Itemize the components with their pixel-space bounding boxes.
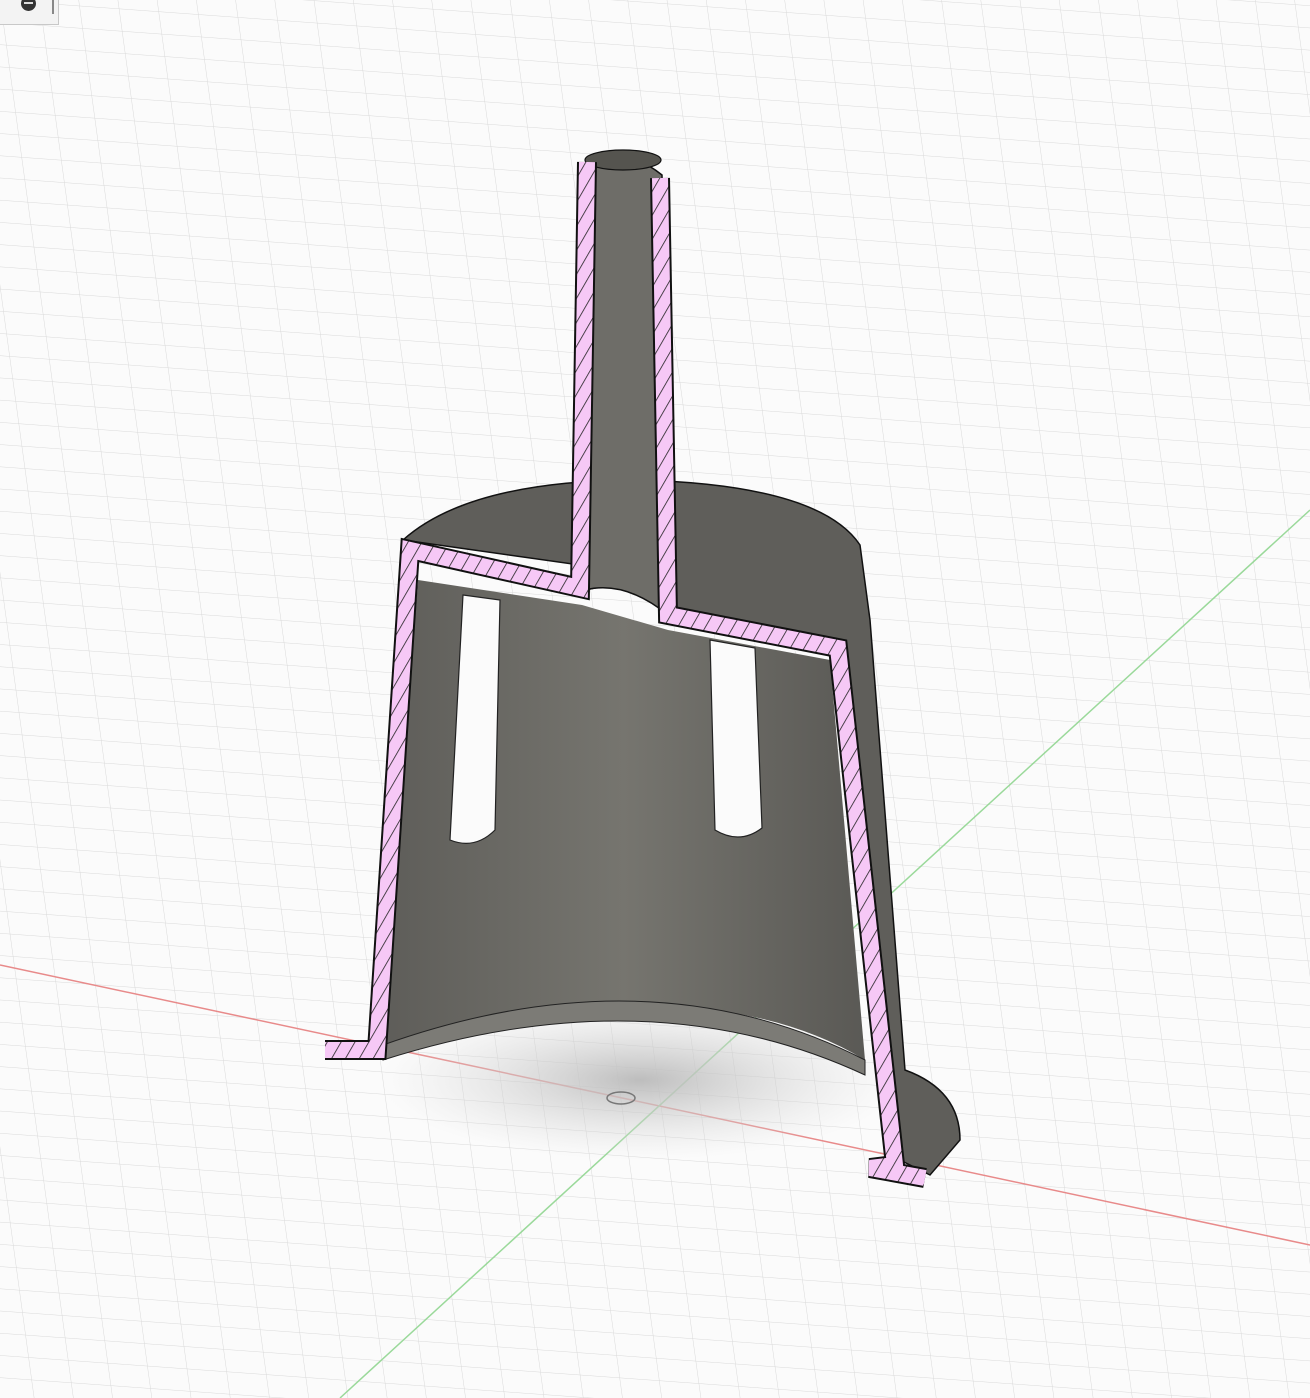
cad-viewport[interactable] xyxy=(0,0,1310,1398)
viewcube-toggle[interactable] xyxy=(0,0,59,25)
divider xyxy=(52,0,54,14)
minus-circle-icon[interactable] xyxy=(21,0,36,11)
